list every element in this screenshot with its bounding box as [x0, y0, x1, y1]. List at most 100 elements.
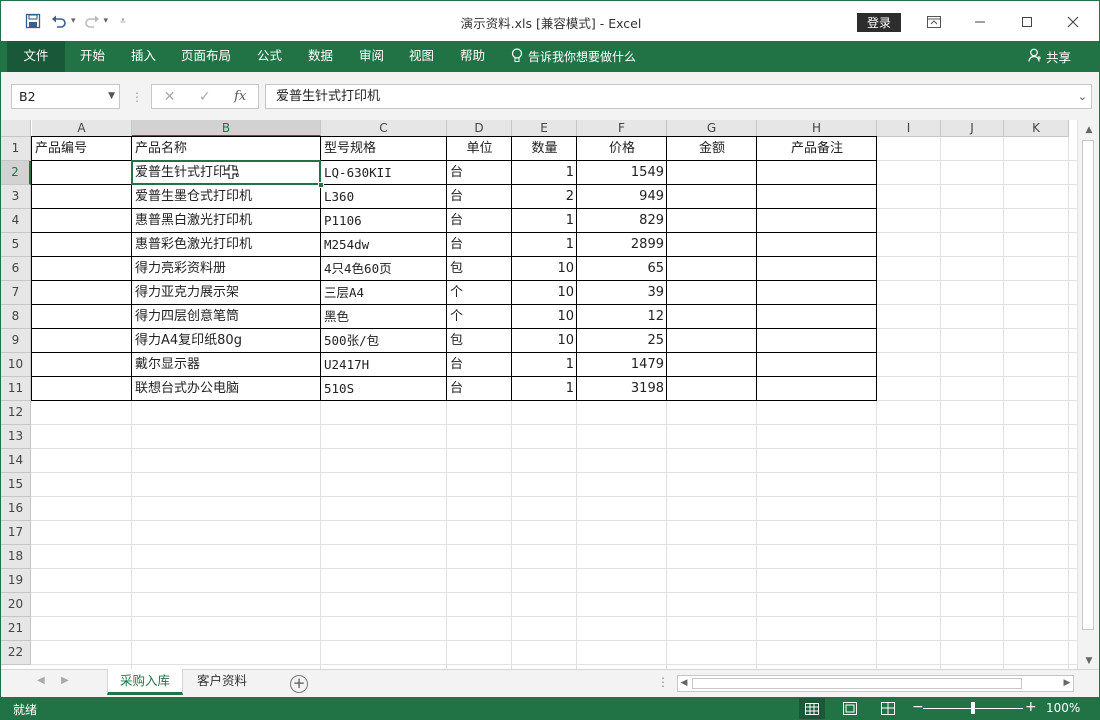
ribbon-display-options-icon[interactable] — [921, 9, 947, 35]
zoom-level[interactable]: 100% — [1046, 701, 1080, 715]
table-cell[interactable]: 戴尔显示器 — [132, 353, 321, 377]
row-header[interactable]: 3 — [1, 185, 31, 209]
table-cell[interactable]: 10 — [512, 305, 577, 329]
page-break-view-icon[interactable] — [875, 698, 901, 719]
table-cell[interactable]: 10 — [512, 257, 577, 281]
header-cell[interactable]: 数量 — [512, 137, 577, 161]
tab-view[interactable]: 视图 — [409, 41, 434, 72]
table-cell[interactable]: 台 — [447, 209, 512, 233]
table-cell[interactable]: 台 — [447, 161, 512, 185]
table-cell[interactable]: 1 — [512, 161, 577, 185]
table-cell[interactable]: 39 — [577, 281, 667, 305]
table-cell[interactable]: U2417H — [321, 353, 447, 377]
name-box-dropdown-icon[interactable]: ▼ — [108, 85, 115, 108]
tab-data[interactable]: 数据 — [308, 41, 333, 72]
row-header[interactable]: 9 — [1, 329, 31, 353]
table-cell[interactable]: LQ-630KII — [321, 161, 447, 185]
row-header[interactable]: 16 — [1, 497, 31, 521]
column-header[interactable]: K — [1004, 120, 1069, 137]
vertical-scrollbar[interactable]: ▲ ▼ — [1077, 120, 1099, 669]
horizontal-scrollbar[interactable]: ◀ ▶ — [677, 675, 1074, 692]
table-cell[interactable] — [667, 185, 757, 209]
table-cell[interactable]: 得力A4复印纸80g — [132, 329, 321, 353]
cancel-entry-icon[interactable]: ✕ — [164, 89, 176, 105]
table-cell[interactable] — [32, 281, 132, 305]
row-header[interactable]: 20 — [1, 593, 31, 617]
table-cell[interactable] — [757, 329, 877, 353]
add-sheet-icon[interactable]: + — [290, 675, 308, 693]
row-header[interactable]: 8 — [1, 305, 31, 329]
table-cell[interactable]: 1549 — [577, 161, 667, 185]
table-cell[interactable]: 爱普生墨仓式打印机 — [132, 185, 321, 209]
column-header[interactable]: F — [577, 120, 667, 137]
table-cell[interactable] — [32, 305, 132, 329]
table-cell[interactable] — [757, 233, 877, 257]
column-header[interactable]: J — [941, 120, 1004, 137]
row-header[interactable]: 11 — [1, 377, 31, 401]
table-cell[interactable] — [757, 185, 877, 209]
scroll-right-icon[interactable]: ▶ — [1061, 676, 1073, 691]
row-header[interactable]: 10 — [1, 353, 31, 377]
header-cell[interactable]: 产品编号 — [32, 137, 132, 161]
table-cell[interactable] — [757, 353, 877, 377]
table-cell[interactable] — [32, 329, 132, 353]
table-cell[interactable]: 10 — [512, 281, 577, 305]
column-header[interactable]: E — [512, 120, 577, 137]
close-icon[interactable] — [1060, 9, 1086, 35]
row-header[interactable]: 18 — [1, 545, 31, 569]
table-cell[interactable]: 3198 — [577, 377, 667, 401]
table-cell[interactable] — [32, 185, 132, 209]
table-cell[interactable]: M254dw — [321, 233, 447, 257]
column-header[interactable]: G — [667, 120, 757, 137]
horizontal-scroll-thumb[interactable] — [692, 678, 1022, 689]
scroll-up-icon[interactable]: ▲ — [1081, 122, 1097, 138]
scroll-down-icon[interactable]: ▼ — [1081, 653, 1097, 669]
row-header[interactable]: 22 — [1, 641, 31, 665]
tab-help[interactable]: 帮助 — [460, 41, 485, 72]
tab-splitter-icon[interactable]: ⋮ — [657, 675, 669, 689]
table-cell[interactable] — [667, 281, 757, 305]
undo-dropdown-icon[interactable]: ▾ — [71, 16, 76, 26]
fill-handle[interactable] — [318, 182, 324, 188]
formula-input[interactable]: 爱普生针式打印机 ⌄ — [265, 84, 1092, 109]
zoom-slider-thumb[interactable] — [971, 702, 975, 714]
table-cell[interactable] — [667, 257, 757, 281]
zoom-out-icon[interactable]: − — [912, 699, 924, 715]
zoom-in-icon[interactable]: + — [1025, 699, 1037, 715]
table-cell[interactable] — [32, 233, 132, 257]
table-cell[interactable]: 黑色 — [321, 305, 447, 329]
insert-function-icon[interactable]: fx — [234, 89, 246, 104]
row-header[interactable]: 14 — [1, 449, 31, 473]
table-cell[interactable] — [667, 209, 757, 233]
table-cell[interactable]: P1106 — [321, 209, 447, 233]
table-cell[interactable] — [757, 305, 877, 329]
column-header[interactable]: A — [32, 120, 132, 137]
minimize-icon[interactable] — [967, 9, 993, 35]
redo-dropdown-icon[interactable]: ▾ — [104, 16, 109, 26]
undo-icon[interactable] — [49, 11, 69, 31]
row-header[interactable]: 19 — [1, 569, 31, 593]
select-all-corner[interactable] — [1, 120, 31, 137]
spreadsheet-grid[interactable]: A B C D E F G H I J K 1 2 3 4 5 6 7 8 9 10 11 12 13 14 15 16 17 18 19… — [1, 120, 1077, 669]
tab-review[interactable]: 审阅 — [359, 41, 384, 72]
sheet-tab-purchase[interactable]: 采购入库 — [107, 669, 183, 695]
page-layout-view-icon[interactable] — [837, 698, 863, 719]
table-cell[interactable]: 得力亚克力展示架 — [132, 281, 321, 305]
table-cell[interactable]: 台 — [447, 377, 512, 401]
table-cell[interactable]: 949 — [577, 185, 667, 209]
table-cell[interactable]: 12 — [577, 305, 667, 329]
row-header[interactable]: 1 — [1, 137, 31, 161]
row-header[interactable]: 2 — [1, 161, 31, 185]
table-cell[interactable]: 1 — [512, 353, 577, 377]
table-cell[interactable]: 台 — [447, 353, 512, 377]
row-header[interactable]: 12 — [1, 401, 31, 425]
tell-me-search[interactable]: 告诉我你想要做什么 — [511, 41, 636, 72]
table-cell[interactable] — [757, 377, 877, 401]
confirm-entry-icon[interactable]: ✓ — [199, 89, 211, 105]
row-header[interactable]: 5 — [1, 233, 31, 257]
scroll-left-icon[interactable]: ◀ — [678, 676, 690, 691]
table-cell[interactable]: 包 — [447, 257, 512, 281]
table-cell[interactable] — [667, 377, 757, 401]
save-icon[interactable] — [23, 11, 43, 31]
redo-icon[interactable] — [82, 11, 102, 31]
